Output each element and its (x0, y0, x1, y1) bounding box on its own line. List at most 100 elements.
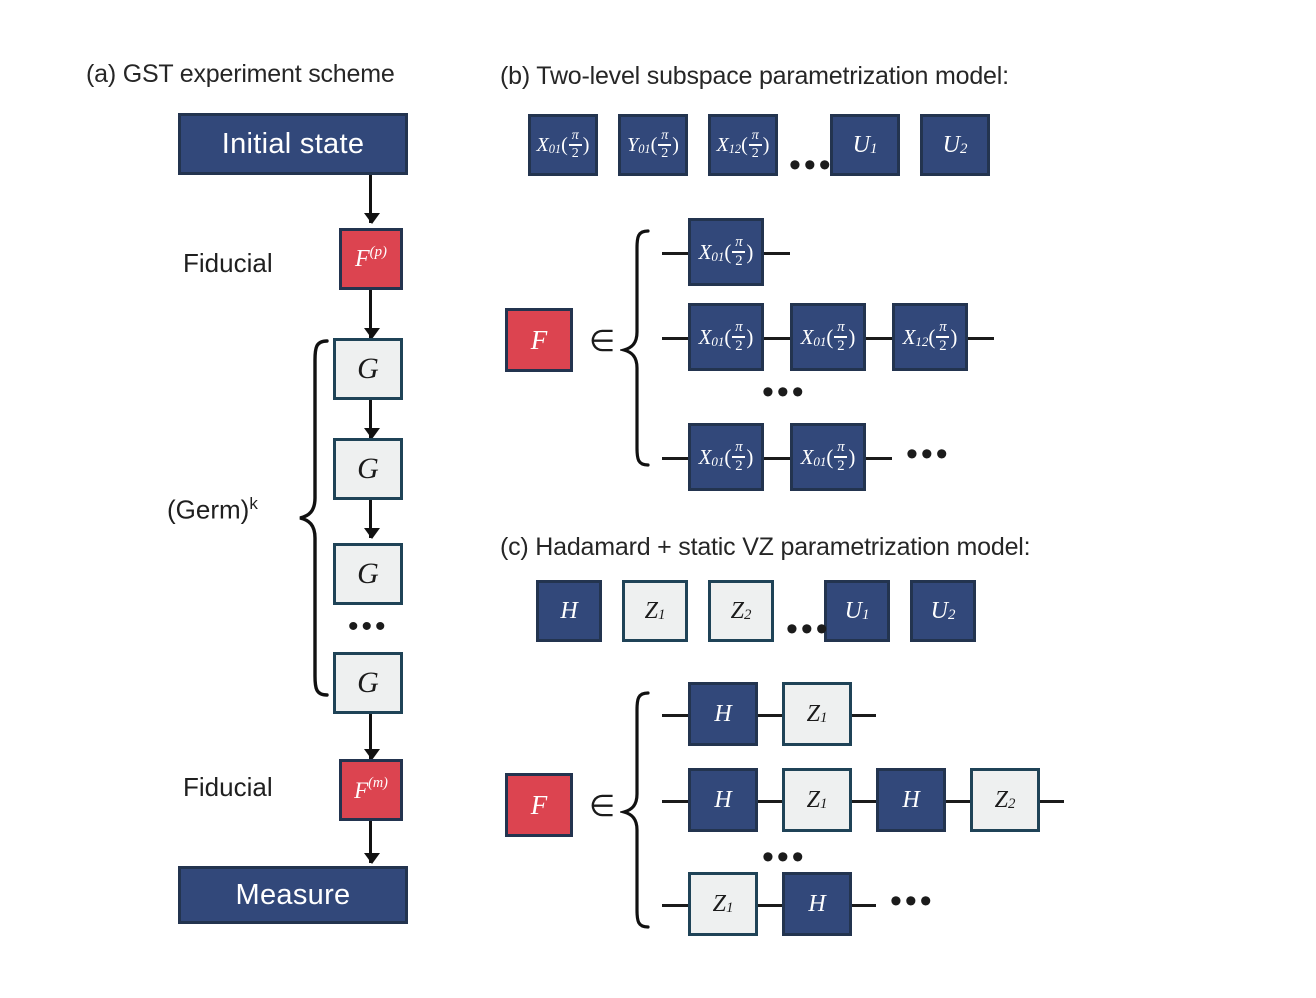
gate-subscript: 01 (813, 453, 827, 469)
circuit-wire (852, 800, 876, 803)
fiducial-meas-box: F (m) (339, 759, 403, 821)
germ-label-base: (Germ) (167, 494, 250, 525)
fiducial-meas-label: Fiducial (183, 772, 273, 803)
circuit-wire (758, 714, 782, 717)
circuit-wire (866, 457, 892, 460)
panel-a-title: (a) GST experiment scheme (86, 60, 395, 88)
gate-label: U1 (845, 599, 870, 623)
germ-gate-box: G (333, 338, 403, 400)
gate-subscript: 2 (947, 607, 956, 624)
gate-label: Z1 (807, 702, 828, 726)
gate-base: Z (712, 891, 726, 917)
circuit-wire (662, 800, 688, 803)
gate-paren-close: ) (746, 444, 754, 469)
gate-label: Z2 (731, 599, 752, 623)
circuit-wire (764, 457, 790, 460)
circuit-wire (662, 337, 688, 340)
circuit-wire (946, 800, 970, 803)
gate-angle-numerator: π (661, 128, 669, 143)
gate-box: Z2 (708, 580, 774, 642)
initial-state-box: Initial state (178, 113, 408, 175)
gate-paren-close: ) (746, 239, 754, 264)
gate-paren-open: ( (650, 134, 658, 156)
gate-angle-denominator: 2 (837, 458, 845, 474)
gate-label: H (560, 599, 577, 623)
germ-gate-label: G (357, 666, 379, 699)
gate-angle-fraction: π2 (834, 439, 848, 474)
measure-box: Measure (178, 866, 408, 924)
gate-label: Z1 (645, 599, 666, 623)
circuit-wire (662, 252, 688, 255)
gate-label: X 01(π 2) (699, 440, 754, 473)
panel-c-gate-set-ellipsis: ••• (786, 610, 831, 648)
circuit-row-ellipsis: ••• (890, 882, 935, 920)
panel-c-row-separator-ellipsis: ••• (762, 838, 807, 876)
gate-angle-fraction: π2 (834, 320, 848, 354)
panel-b-fiducial-box: F (505, 308, 573, 372)
arrow-germ1-to-germ2 (364, 400, 380, 439)
gate-paren-open: ( (826, 444, 834, 469)
gate-paren-close: ) (848, 324, 856, 349)
gate-base: H (902, 787, 920, 813)
circuit-wire (662, 904, 688, 907)
gate-subscript: 01 (813, 333, 827, 349)
gate-angle-fraction: π2 (658, 128, 672, 161)
circuit-wire (758, 800, 782, 803)
arrow-fiducial-meas-to-measure (364, 821, 380, 864)
gate-base: X (800, 444, 814, 469)
gate-angle-denominator: 2 (751, 146, 759, 161)
gate-label: H (902, 788, 919, 812)
gate-base: Z (806, 787, 820, 813)
germ-gate-box: G (333, 652, 403, 714)
gate-box: Z1 (688, 872, 758, 936)
gate-label: Y 01(π 2) (627, 129, 679, 161)
germ-gate-label: G (357, 557, 379, 590)
panel-b-title: (b) Two-level subspace parametrization m… (500, 62, 1009, 90)
gate-paren-close: ) (762, 134, 770, 156)
gate-angle-numerator: π (571, 128, 579, 143)
gate-box: Z1 (782, 768, 852, 832)
gate-label: X 01(π 2) (801, 320, 856, 353)
gate-angle-fraction: π2 (732, 235, 746, 269)
gate-paren-open: ( (724, 324, 732, 349)
gate-base: H (808, 891, 826, 917)
fiducial-prep-label: Fiducial (183, 248, 273, 279)
gate-paren-close: ) (950, 324, 958, 349)
germ-gate-box: G (333, 543, 403, 605)
gate-angle-numerator: π (837, 439, 845, 456)
gate-angle-fraction: π2 (732, 320, 746, 353)
gate-paren-open: ( (928, 324, 936, 349)
gate-subscript: 12 (728, 141, 742, 156)
fiducial-meas-symbol: F (m) (354, 775, 388, 803)
gate-label: X 12(π 2) (903, 320, 958, 353)
gate-label: Z2 (995, 788, 1016, 812)
gate-angle-fraction: π2 (732, 440, 746, 473)
gate-box: X 01(π 2) (528, 114, 598, 176)
germ-label: (Germ)k (167, 494, 258, 526)
gate-subscript: 2 (959, 141, 968, 158)
gate-angle-numerator: π (939, 319, 947, 336)
circuit-wire (852, 904, 876, 907)
panel-c-membership-symbol: ∈ (589, 790, 616, 823)
gate-angle-denominator: 2 (661, 146, 669, 161)
initial-state-label: Initial state (221, 127, 365, 160)
gate-angle-denominator: 2 (735, 253, 743, 269)
circuit-wire (852, 714, 876, 717)
gate-base: H (714, 787, 732, 813)
gate-subscript: 2 (1007, 796, 1016, 813)
gate-base: X (698, 444, 712, 469)
gate-angle-fraction: π2 (936, 319, 950, 353)
gate-box: H (876, 768, 946, 832)
panel-b-fiducial-symbol: F (530, 324, 548, 355)
gate-base: H (714, 701, 732, 727)
gate-paren-open: ( (724, 444, 732, 469)
gate-box: X 01(π 2) (688, 303, 764, 371)
gate-subscript: 1 (861, 607, 870, 624)
gate-subscript: 01 (711, 333, 725, 349)
gate-angle-denominator: 2 (837, 338, 845, 354)
gate-box: U2 (920, 114, 990, 176)
gate-subscript: 2 (743, 607, 752, 624)
gate-base: X (902, 324, 916, 349)
gate-paren-close: ) (746, 324, 754, 349)
circuit-row-ellipsis: ••• (906, 435, 951, 473)
